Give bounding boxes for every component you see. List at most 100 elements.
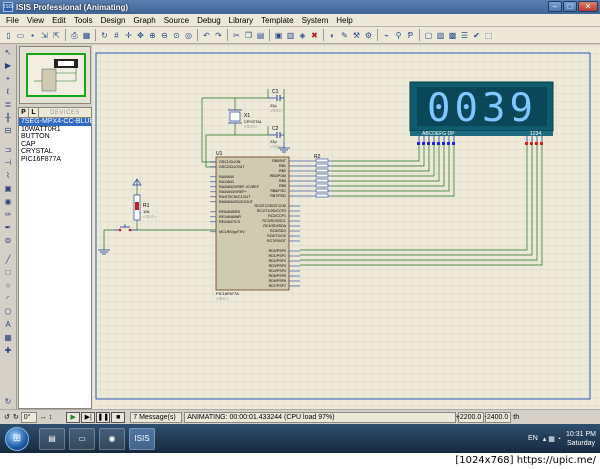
schematic-canvas[interactable]: 0039 ABCDEFG DP 1234 R2 C1 22p <TEXT> C2… <box>92 45 600 409</box>
block-delete-icon[interactable]: ✖ <box>309 30 320 41</box>
remove-sheet-icon[interactable]: ▧ <box>435 30 446 41</box>
taskbar-app-icon[interactable]: ◉ <box>99 427 125 450</box>
menu-source[interactable]: Source <box>160 16 193 25</box>
device-item[interactable]: BUTTON <box>19 133 91 141</box>
close-button[interactable]: ✕ <box>578 1 598 12</box>
paste-icon[interactable]: ▤ <box>255 30 266 41</box>
component-mode-icon[interactable]: ▶ <box>2 61 14 71</box>
terminal-mode-icon[interactable]: ⊐ <box>2 145 14 155</box>
minimize-button[interactable]: – <box>548 1 562 12</box>
stop-button[interactable]: ■ <box>111 411 126 423</box>
taskbar-explorer-icon[interactable]: ▤ <box>39 427 65 450</box>
origin-icon[interactable]: ✛ <box>123 30 134 41</box>
cut-icon[interactable]: ✂ <box>231 30 242 41</box>
text-2d-icon[interactable]: A <box>2 320 14 330</box>
language-indicator[interactable]: EN <box>528 435 538 442</box>
zoom-in-icon[interactable]: ⊕ <box>147 30 158 41</box>
make-device-icon[interactable]: ✎ <box>339 30 350 41</box>
export-icon[interactable]: ⇱ <box>51 30 62 41</box>
arc-2d-icon[interactable]: ◜ <box>2 294 14 304</box>
play-button[interactable]: ▶ <box>66 411 81 423</box>
circle-2d-icon[interactable]: ○ <box>2 281 14 291</box>
zoom-out-icon[interactable]: ⊖ <box>159 30 170 41</box>
device-item[interactable]: 10WATT0R1 <box>19 126 91 134</box>
symbol-2d-icon[interactable]: ▦ <box>2 333 14 343</box>
print-icon[interactable]: ⎙ <box>69 30 80 41</box>
undo-icon[interactable]: ↶ <box>201 30 212 41</box>
tape-recorder-icon[interactable]: ▣ <box>2 184 14 194</box>
rotation-angle-field[interactable]: 0° <box>20 411 37 423</box>
search-tag-icon[interactable]: ⚲ <box>393 30 404 41</box>
goto-sheet-icon[interactable]: ▩ <box>447 30 458 41</box>
menu-tools[interactable]: Tools <box>70 16 97 25</box>
decompose-icon[interactable]: ⚙ <box>363 30 374 41</box>
virtual-instrument-icon[interactable]: ⊜ <box>2 236 14 246</box>
mirror-horizontal-icon[interactable]: ↔ <box>40 414 47 421</box>
current-probe-icon[interactable]: ✒ <box>2 223 14 233</box>
box-2d-icon[interactable]: □ <box>2 268 14 278</box>
open-file-icon[interactable]: ▭ <box>15 30 26 41</box>
copy-icon[interactable]: ❐ <box>243 30 254 41</box>
erc-icon[interactable]: ✔ <box>471 30 482 41</box>
start-button[interactable]: ⊞ <box>5 426 29 451</box>
redo-icon[interactable]: ↷ <box>213 30 224 41</box>
new-file-icon[interactable]: ▯ <box>3 30 14 41</box>
block-rotate-icon[interactable]: ◈ <box>297 30 308 41</box>
device-item[interactable]: CRYSTAL <box>19 148 91 156</box>
pause-button[interactable]: ❚❚ <box>96 411 111 423</box>
line-2d-icon[interactable]: ╱ <box>2 255 14 265</box>
menu-design[interactable]: Design <box>97 16 130 25</box>
tray-icons[interactable]: ▴ ▦ ◔ <box>543 435 561 443</box>
path-2d-icon[interactable]: ⬠ <box>2 307 14 317</box>
rotate-cw-icon[interactable]: ↻ <box>2 397 14 407</box>
save-icon[interactable]: ▪ <box>27 30 38 41</box>
pan-icon[interactable]: ✥ <box>135 30 146 41</box>
pic-microcontroller-u1[interactable]: U1 PIC16F877A <TEXT> OSC1/CLKINOSC2/CLKO… <box>210 151 300 301</box>
property-assignment-icon[interactable]: Ᵽ <box>405 30 416 41</box>
pick-devices-tab[interactable]: P <box>19 108 29 117</box>
seven-segment-display[interactable]: 0039 ABCDEFG DP 1234 <box>409 81 554 137</box>
pin-mode-icon[interactable]: ⊣ <box>2 158 14 168</box>
new-sheet-icon[interactable]: ▢ <box>423 30 434 41</box>
maximize-button[interactable]: □ <box>563 1 577 12</box>
device-item[interactable]: 7SEG-MPX4-CC-BLUE <box>19 118 94 126</box>
menu-library[interactable]: Library <box>225 16 257 25</box>
device-item[interactable]: PIC16F877A <box>19 156 91 164</box>
library-manager-tab[interactable]: L <box>29 108 39 117</box>
marker-2d-icon[interactable]: ✚ <box>2 346 14 356</box>
bus-mode-icon[interactable]: ╫ <box>2 113 14 123</box>
zoom-all-icon[interactable]: ⊙ <box>171 30 182 41</box>
packaging-tool-icon[interactable]: ⚒ <box>351 30 362 41</box>
menu-template[interactable]: Template <box>257 16 297 25</box>
zoom-area-icon[interactable]: ◎ <box>183 30 194 41</box>
mirror-vertical-icon[interactable]: ↕ <box>49 414 53 421</box>
wire-autorouter-icon[interactable]: ⌁ <box>381 30 392 41</box>
graph-mode-icon[interactable]: ⌇ <box>2 171 14 181</box>
rotate-cw-small-icon[interactable]: ↻ <box>13 413 19 421</box>
bom-icon[interactable]: ☰ <box>459 30 470 41</box>
menu-debug[interactable]: Debug <box>193 16 225 25</box>
menu-file[interactable]: File <box>2 16 23 25</box>
subcircuit-mode-icon[interactable]: ⊟ <box>2 126 14 136</box>
taskbar-folder-icon[interactable]: ▭ <box>69 427 95 450</box>
wire-label-mode-icon[interactable]: ℓ <box>2 87 14 97</box>
menu-view[interactable]: View <box>23 16 48 25</box>
menu-system[interactable]: System <box>298 16 333 25</box>
block-move-icon[interactable]: ▥ <box>285 30 296 41</box>
grid-icon[interactable]: # <box>111 30 122 41</box>
block-copy-icon[interactable]: ▣ <box>273 30 284 41</box>
menu-graph[interactable]: Graph <box>129 16 159 25</box>
print-area-icon[interactable]: ▦ <box>81 30 92 41</box>
junction-mode-icon[interactable]: + <box>2 74 14 84</box>
menu-edit[interactable]: Edit <box>48 16 70 25</box>
clock[interactable]: 10:31 PM Saturday <box>566 430 596 448</box>
messages-count[interactable]: 7 Message(s) <box>130 411 183 423</box>
refresh-icon[interactable]: ↻ <box>99 30 110 41</box>
overview-viewport[interactable] <box>26 53 86 97</box>
voltage-probe-icon[interactable]: ✑ <box>2 210 14 220</box>
text-script-mode-icon[interactable]: ≣ <box>2 100 14 110</box>
selection-mode-icon[interactable]: ↖ <box>2 48 14 58</box>
rotate-ccw-icon[interactable]: ↺ <box>4 413 10 421</box>
generator-mode-icon[interactable]: ◉ <box>2 197 14 207</box>
netlist-ares-icon[interactable]: ⬚ <box>483 30 494 41</box>
